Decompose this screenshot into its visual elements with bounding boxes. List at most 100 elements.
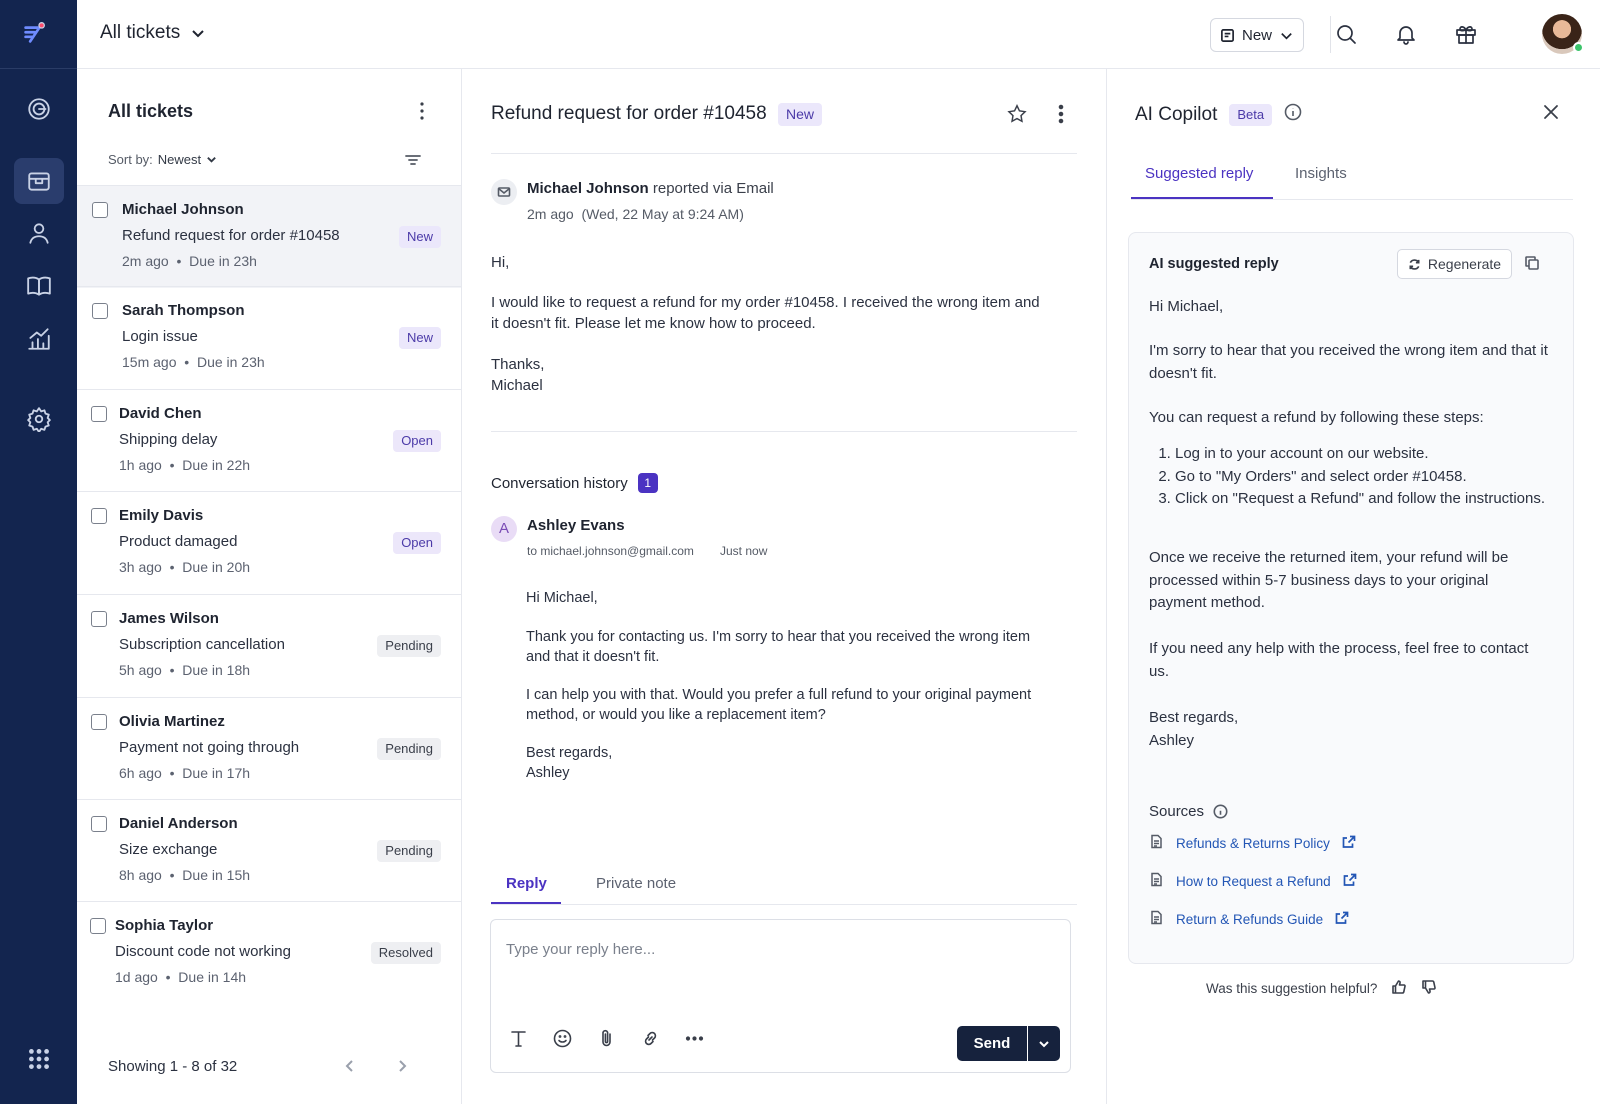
text-format-button[interactable]	[508, 1028, 532, 1052]
meta-separator: •	[161, 662, 183, 678]
ticket-row[interactable]: Daniel Anderson Size exchange 8h ago • Due…	[77, 799, 461, 902]
ticket-requester: Sarah Thompson	[122, 302, 245, 319]
ticket-checkbox[interactable]	[90, 918, 106, 934]
ticket-status-badge: Pending	[377, 840, 441, 862]
ticket-status-badge: New	[398, 327, 441, 349]
regenerate-button[interactable]: Regenerate	[1397, 249, 1512, 279]
agent-avatar: A	[491, 516, 517, 542]
prev-page-button[interactable]	[343, 1059, 359, 1077]
next-page-button[interactable]	[395, 1059, 411, 1077]
ticket-status-badge: Pending	[377, 738, 441, 760]
conversation-history-header[interactable]: Conversation history 1	[491, 473, 658, 493]
reply-editor[interactable]: Type your reply here... Send	[490, 919, 1071, 1073]
ticket-options-button[interactable]	[1050, 103, 1072, 125]
ticket-checkbox[interactable]	[91, 406, 107, 422]
ticket-meta: 6h ago • Due in 17h	[119, 765, 250, 781]
filter-button[interactable]	[404, 151, 422, 169]
ticket-checkbox[interactable]	[91, 611, 107, 627]
message-paragraph: I would like to request a refund for my …	[491, 294, 1040, 332]
tab-insights[interactable]: Insights	[1295, 165, 1347, 182]
sort-control[interactable]: Sort by: Newest	[108, 152, 217, 167]
source-title[interactable]: How to Request a Refund	[1176, 874, 1331, 889]
reply-placeholder[interactable]: Type your reply here...	[506, 941, 655, 958]
beta-badge: Beta	[1229, 104, 1273, 126]
reporter-name[interactable]: Michael Johnson	[527, 180, 649, 197]
ticket-row[interactable]: Sarah Thompson Login issue 15m ago • Due i…	[77, 286, 461, 389]
source-title[interactable]: Return & Refunds Guide	[1176, 912, 1323, 927]
gift-button[interactable]	[1452, 20, 1480, 48]
meta-separator: •	[161, 559, 183, 575]
close-icon	[1544, 105, 1558, 119]
tab-private-note[interactable]: Private note	[596, 875, 676, 892]
app-logo[interactable]	[21, 20, 55, 54]
ticket-due: Due in 23h	[196, 354, 265, 370]
new-ticket-button[interactable]: New	[1210, 18, 1304, 52]
tab-suggested-reply[interactable]: Suggested reply	[1145, 165, 1253, 182]
suggestion-greeting: Hi Michael,	[1149, 298, 1224, 315]
info-icon[interactable]	[1213, 804, 1228, 819]
copy-reply-button[interactable]	[1524, 255, 1542, 273]
list-options-button[interactable]	[415, 99, 429, 123]
send-options-button[interactable]	[1028, 1026, 1060, 1061]
ticket-checkbox[interactable]	[91, 816, 107, 832]
copilot-info-button[interactable]	[1284, 103, 1302, 127]
gear-icon	[27, 407, 51, 432]
knowledge-base-nav-button[interactable]	[14, 263, 64, 309]
ticket-row[interactable]: Olivia Martinez Payment not going through…	[77, 697, 461, 800]
ticket-subject: Payment not going through	[119, 739, 300, 756]
star-button[interactable]	[1006, 103, 1028, 125]
ticket-due: Due in 17h	[182, 765, 251, 781]
close-copilot-button[interactable]	[1542, 103, 1562, 123]
tickets-nav-button[interactable]	[14, 158, 64, 204]
meta-separator: •	[176, 354, 197, 370]
ticket-row[interactable]: Emily Davis Product damaged 3h ago • Due i…	[77, 491, 461, 594]
conversation-history-label: Conversation history	[491, 474, 628, 492]
thumbs-up-button[interactable]	[1391, 979, 1407, 998]
ticket-row[interactable]: David Chen Shipping delay 1h ago • Due in …	[77, 389, 461, 492]
more-vertical-icon	[420, 102, 424, 120]
reply-recipient: to michael.johnson@gmail.com	[527, 544, 694, 558]
ticket-row[interactable]: Michael Johnson Refund request for order …	[77, 185, 461, 288]
thumbs-down-button[interactable]	[1421, 979, 1437, 998]
emoji-button[interactable]	[552, 1028, 576, 1052]
header-divider	[491, 153, 1077, 154]
new-button-label: New	[1241, 26, 1272, 44]
reports-nav-button[interactable]	[14, 316, 64, 362]
bell-icon	[1397, 26, 1415, 45]
meta-separator: •	[168, 253, 190, 269]
ticket-age: 3h ago	[119, 559, 162, 575]
ticket-checkbox[interactable]	[91, 714, 107, 730]
ticket-status-badge[interactable]: New	[778, 103, 823, 126]
notifications-button[interactable]	[1392, 20, 1420, 48]
settings-nav-button[interactable]	[14, 396, 64, 442]
search-button[interactable]	[1332, 20, 1360, 48]
ticket-row[interactable]: Sophia Taylor Discount code not working 1d…	[77, 901, 461, 1004]
source-link[interactable]: Return & Refunds Guide	[1149, 910, 1349, 928]
ticket-row[interactable]: James Wilson Subscription cancellation 5h …	[77, 594, 461, 697]
refund-step: Click on "Request a Refund" and follow t…	[1175, 488, 1549, 511]
link-button[interactable]	[640, 1028, 664, 1052]
attach-button[interactable]	[596, 1028, 620, 1052]
source-title[interactable]: Refunds & Returns Policy	[1176, 836, 1330, 851]
send-button[interactable]: Send	[957, 1026, 1027, 1061]
ticket-meta: 1d ago • Due in 14h	[115, 969, 246, 985]
inbox-icon	[28, 172, 50, 191]
ticket-checkbox[interactable]	[92, 202, 108, 218]
tab-reply[interactable]: Reply	[506, 875, 547, 892]
ticket-list-panel: All tickets Sort by: Newest Michael John…	[77, 69, 462, 1104]
source-link[interactable]: Refunds & Returns Policy	[1149, 834, 1356, 852]
more-tools-button[interactable]	[684, 1028, 708, 1052]
ticket-checkbox[interactable]	[92, 303, 108, 319]
meta-separator: •	[161, 765, 183, 781]
source-link[interactable]: How to Request a Refund	[1149, 872, 1357, 890]
ticket-checkbox[interactable]	[91, 508, 107, 524]
ticket-subject: Shipping delay	[119, 431, 218, 448]
agent-name: Ashley Evans	[527, 517, 625, 534]
chevron-down-icon	[192, 30, 204, 38]
contacts-nav-button[interactable]	[14, 210, 64, 256]
external-link-icon	[1342, 835, 1356, 848]
apps-nav-button[interactable]	[14, 1036, 64, 1082]
view-switcher[interactable]: All tickets	[100, 22, 206, 44]
dashboard-nav-button[interactable]	[14, 86, 64, 132]
user-avatar[interactable]	[1542, 14, 1584, 54]
